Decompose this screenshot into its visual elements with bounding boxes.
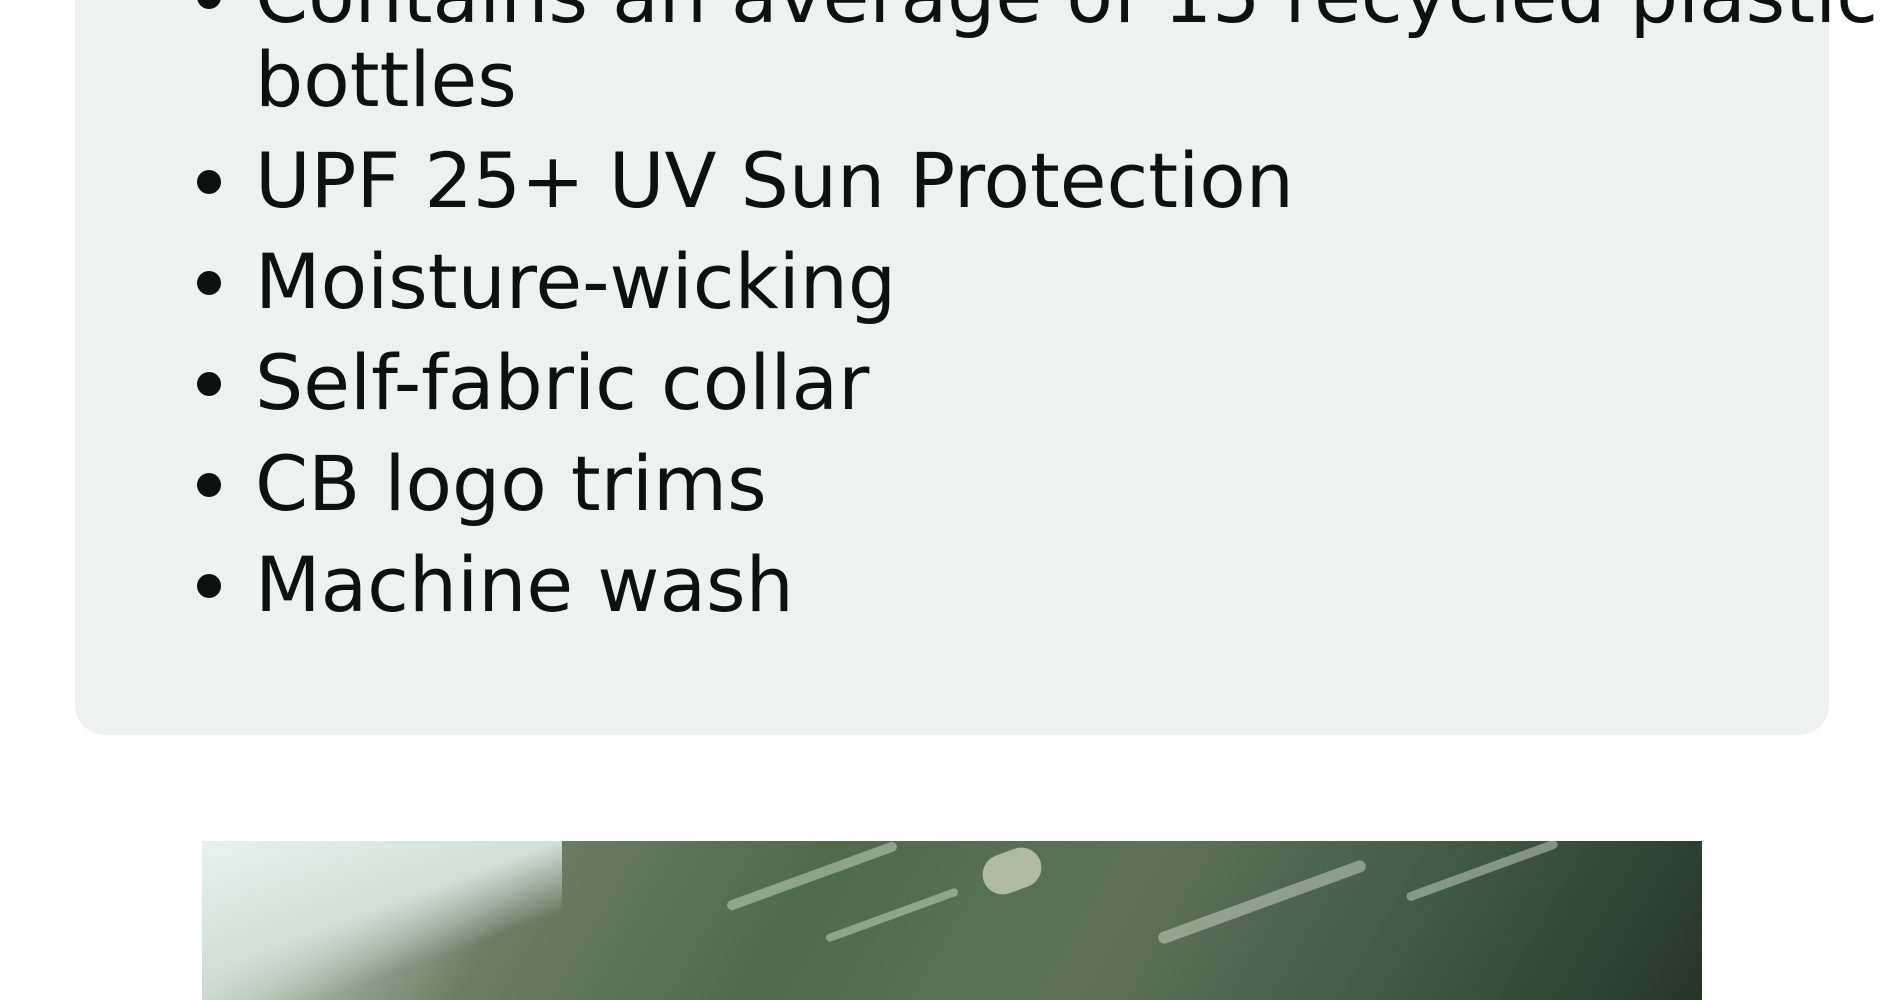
feature-item: CB logo trims [197,433,767,534]
feature-text: bottles [255,35,517,124]
product-features-card: Contains an average of 15 recycled plast… [75,0,1878,735]
feature-item: Self-fabric collar [197,332,870,433]
photo-texture [725,841,899,912]
feature-text: Moisture-wicking [255,237,897,326]
feature-item: Moisture-wicking [197,231,897,332]
photo-texture [1156,858,1368,946]
feature-text: UPF 25+ UV Sun Protection [255,136,1294,225]
photo-texture [1405,841,1559,903]
bullet-icon [197,0,221,9]
bullet-icon [197,170,221,194]
feature-list: Contains an average of 15 recycled plast… [75,0,1878,735]
product-image[interactable] [202,841,1702,1000]
bullet-icon [197,473,221,497]
feature-text: Machine wash [255,540,794,629]
feature-item: UPF 25+ UV Sun Protection [197,130,1294,231]
photo-texture [824,887,960,943]
bullet-icon [197,271,221,295]
feature-item: Machine wash [197,534,794,635]
feature-item-continuation: bottles [255,29,517,130]
photo-highlight [202,841,562,1000]
feature-text: Self-fabric collar [255,338,870,427]
photo-texture [976,841,1048,901]
bullet-icon [197,372,221,396]
bullet-icon [197,574,221,598]
feature-text: CB logo trims [255,439,767,528]
